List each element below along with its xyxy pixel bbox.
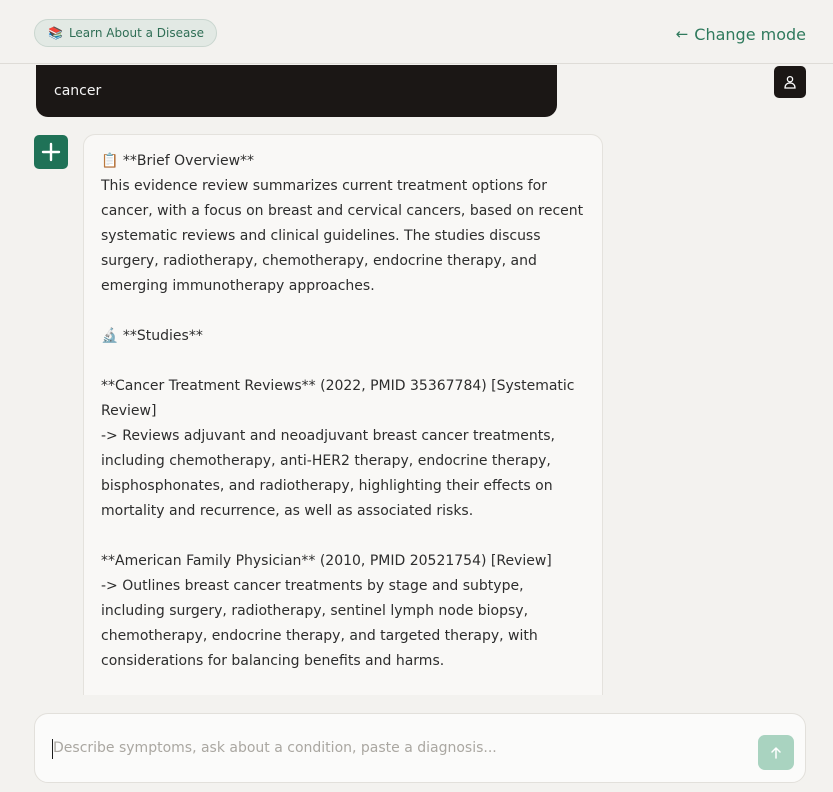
plus-icon: [41, 142, 61, 162]
change-mode-button[interactable]: ← Change mode: [676, 22, 806, 46]
composer-input-placeholder[interactable]: Describe symptoms, ask about a condition…: [53, 738, 497, 758]
message-composer[interactable]: Describe symptoms, ask about a condition…: [34, 713, 806, 783]
overview-heading: **Brief Overview**: [122, 153, 255, 169]
study-citation: **American Family Physician** (2010, PMI…: [101, 553, 552, 569]
studies-heading: **Studies**: [122, 328, 203, 344]
studies-heading-line: 🔬 **Studies**: [101, 324, 584, 349]
overview-heading-line: 📋 **Brief Overview**: [101, 149, 584, 174]
overview-text: This evidence review summarizes current …: [101, 178, 588, 294]
user-message-bubble: cancer: [36, 65, 557, 117]
books-icon: 📚: [48, 26, 63, 40]
arrow-left-icon: ←: [675, 25, 689, 43]
assistant-avatar: [34, 135, 68, 169]
change-mode-label: Change mode: [694, 24, 806, 44]
send-button[interactable]: [758, 735, 794, 770]
assistant-message-bubble: 📋 **Brief Overview** This evidence revie…: [83, 134, 603, 695]
top-bar: 📚 Learn About a Disease ← Change mode: [0, 0, 833, 64]
clipboard-icon: 📋: [101, 153, 119, 169]
study-citation: **Cancer Treatment Reviews** (2022, PMID…: [101, 378, 579, 419]
user-message-text: cancer: [54, 83, 102, 99]
mode-badge: 📚 Learn About a Disease: [34, 19, 217, 47]
user-icon: [784, 75, 796, 89]
user-avatar: [774, 66, 806, 98]
arrow-up-icon: [771, 746, 781, 759]
study-summary: -> Reviews adjuvant and neoadjuvant brea…: [101, 428, 560, 519]
study-summary: -> Outlines breast cancer treatments by …: [101, 578, 543, 669]
microscope-icon: 🔬: [101, 328, 119, 344]
mode-label: Learn About a Disease: [68, 26, 204, 40]
